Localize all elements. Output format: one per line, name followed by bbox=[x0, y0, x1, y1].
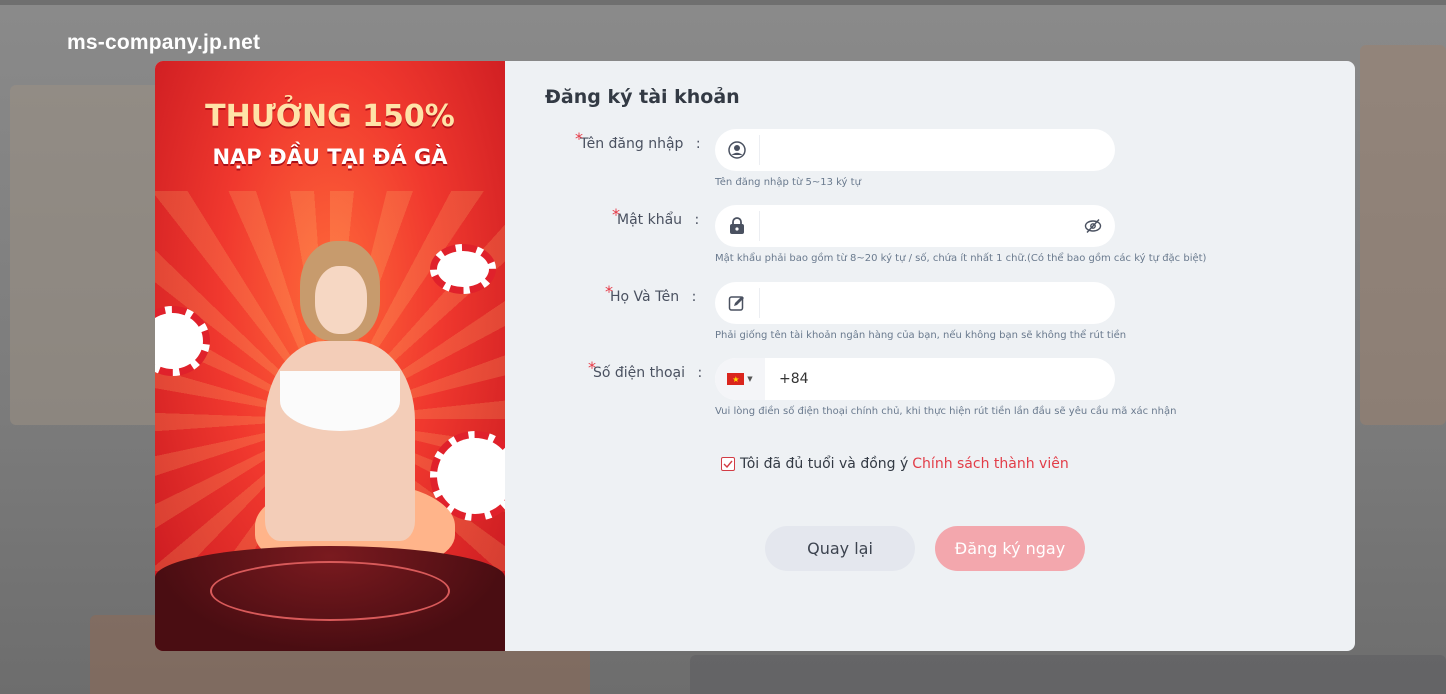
required-mark: * bbox=[605, 282, 613, 301]
password-field[interactable] bbox=[715, 205, 1115, 247]
required-mark: * bbox=[575, 129, 583, 148]
fullname-field[interactable] bbox=[715, 282, 1115, 324]
username-label: * Tên đăng nhập : bbox=[575, 129, 701, 152]
required-mark: * bbox=[612, 205, 620, 224]
promo-subheadline: NẠP ĐẦU TẠI ĐÁ GÀ bbox=[212, 145, 448, 169]
country-code-select[interactable]: ★ ▼ bbox=[715, 358, 765, 400]
back-button[interactable]: Quay lại bbox=[765, 526, 915, 571]
required-mark: * bbox=[588, 358, 596, 377]
background-panel bbox=[1360, 45, 1446, 425]
username-field[interactable] bbox=[715, 129, 1115, 171]
promo-banner: THƯỞNG 150% NẠP ĐẦU TẠI ĐÁ GÀ bbox=[155, 61, 505, 651]
phone-label-text: Số điện thoại bbox=[593, 365, 686, 381]
user-circle-icon bbox=[715, 129, 759, 171]
label-colon: : bbox=[697, 365, 703, 381]
site-watermark-label: ms-company.jp.net bbox=[67, 31, 261, 54]
check-icon bbox=[723, 460, 733, 468]
fullname-label-text: Họ Và Tên bbox=[610, 289, 680, 305]
username-input[interactable] bbox=[760, 129, 1115, 171]
fullname-label: * Họ Và Tên : bbox=[605, 282, 697, 305]
password-label-text: Mật khẩu bbox=[617, 212, 683, 228]
model-image bbox=[280, 371, 400, 431]
label-colon: : bbox=[691, 289, 697, 305]
edit-icon bbox=[715, 282, 759, 324]
phone-input[interactable] bbox=[808, 358, 1115, 400]
fullname-input[interactable] bbox=[760, 282, 1115, 324]
password-input[interactable] bbox=[760, 205, 1071, 247]
model-image bbox=[315, 266, 367, 334]
promo-headline: THƯỞNG 150% bbox=[205, 99, 455, 134]
phone-prefix: +84 bbox=[779, 371, 809, 387]
agree-text: Tôi đã đủ tuổi và đồng ý bbox=[740, 456, 909, 472]
background-panel bbox=[10, 85, 170, 425]
username-label-text: Tên đăng nhập bbox=[580, 136, 684, 152]
password-hint: Mật khẩu phải bao gồm từ 8~20 ký tự / số… bbox=[715, 253, 1207, 264]
chevron-down-icon: ▼ bbox=[747, 375, 753, 383]
casino-table-rim bbox=[210, 561, 450, 621]
eye-off-icon[interactable] bbox=[1071, 205, 1115, 247]
label-colon: : bbox=[694, 212, 700, 228]
register-button[interactable]: Đăng ký ngay bbox=[935, 526, 1085, 571]
phone-hint: Vui lòng điền số điện thoại chính chủ, k… bbox=[715, 406, 1177, 417]
fullname-hint: Phải giống tên tài khoản ngân hàng của b… bbox=[715, 330, 1127, 341]
phone-label: * Số điện thoại : bbox=[588, 358, 703, 381]
password-label: * Mật khẩu : bbox=[612, 205, 700, 228]
phone-field[interactable]: ★ ▼ +84 bbox=[715, 358, 1115, 400]
lock-icon bbox=[715, 205, 759, 247]
policy-link[interactable]: Chính sách thành viên bbox=[912, 456, 1068, 472]
background-panel bbox=[690, 655, 1446, 694]
label-colon: : bbox=[695, 136, 701, 152]
username-hint: Tên đăng nhập từ 5~13 ký tự bbox=[715, 177, 861, 188]
agree-checkbox[interactable] bbox=[721, 457, 735, 471]
agree-row: Tôi đã đủ tuổi và đồng ý Chính sách thàn… bbox=[721, 456, 1069, 472]
casino-chip-image bbox=[430, 244, 496, 294]
vietnam-flag-icon: ★ bbox=[727, 373, 745, 385]
form-title: Đăng ký tài khoản bbox=[545, 86, 740, 108]
